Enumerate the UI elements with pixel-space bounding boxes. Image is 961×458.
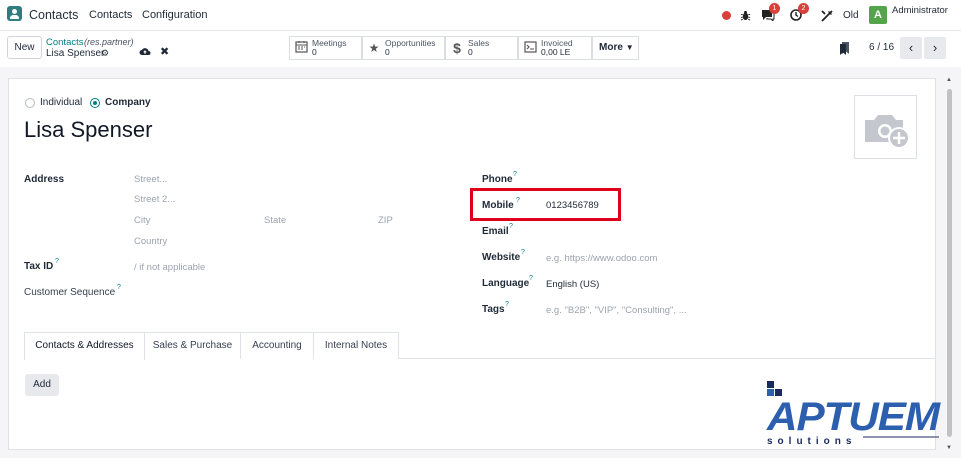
- clock-badge: 2: [798, 2, 809, 14]
- zip-input[interactable]: ZIP: [378, 215, 393, 226]
- discard-icon[interactable]: ✖: [160, 45, 169, 58]
- caret-down-icon: ▼: [625, 43, 634, 52]
- street2-input[interactable]: Street 2...: [134, 194, 175, 205]
- smart-value: 0: [468, 47, 473, 57]
- smart-value: 0: [312, 47, 317, 57]
- invoice-icon: [519, 40, 541, 56]
- help-tooltip-icon[interactable]: ?: [55, 258, 59, 265]
- smart-button-opportunities[interactable]: ★ Opportunities 0: [362, 36, 445, 60]
- tools-label[interactable]: Old: [843, 10, 859, 21]
- tags-label: Tags: [482, 304, 505, 315]
- pager-value[interactable]: 6 / 16: [869, 42, 894, 53]
- photo-upload[interactable]: [854, 95, 917, 159]
- logo-word: APTUEM: [766, 395, 942, 439]
- bookmark-icon[interactable]: [840, 42, 849, 55]
- radio-circle[interactable]: [25, 97, 35, 108]
- radio-circle-checked[interactable]: [90, 97, 100, 108]
- tab-internal-notes[interactable]: Internal Notes: [313, 332, 399, 359]
- dollar-icon: $: [453, 40, 461, 56]
- smart-button-sales[interactable]: $ Sales 0: [445, 36, 518, 60]
- partner-name-field[interactable]: Lisa Spenser: [24, 117, 152, 143]
- clock-icon[interactable]: 2: [790, 0, 809, 31]
- pager-next-button[interactable]: ›: [924, 37, 946, 59]
- breadcrumb-record: Lisa Spenser: [46, 48, 105, 59]
- smart-button-meetings[interactable]: Meetings 0: [289, 36, 362, 60]
- calendar-icon: [290, 40, 312, 56]
- bug-icon[interactable]: [740, 0, 751, 31]
- chevron-left-icon: ‹: [908, 40, 914, 55]
- highlight-box: [470, 188, 621, 221]
- new-button[interactable]: New: [7, 36, 42, 59]
- chat-icon[interactable]: 1: [761, 0, 780, 31]
- scroll-up-icon[interactable]: ▲: [946, 77, 952, 83]
- tools-icon[interactable]: [821, 0, 833, 31]
- smart-value: 0,00 LE: [541, 47, 571, 57]
- taxid-label: Tax ID: [24, 261, 54, 272]
- add-contact-button[interactable]: Add: [25, 374, 59, 396]
- user-avatar[interactable]: A: [869, 6, 887, 24]
- contacts-app-icon[interactable]: [7, 6, 22, 21]
- radio-individual[interactable]: Individual: [25, 97, 82, 108]
- website-input[interactable]: e.g. https://www.odoo.com: [546, 253, 657, 264]
- status-dot[interactable]: [722, 0, 731, 31]
- app-brand[interactable]: Contacts: [29, 8, 78, 22]
- help-tooltip-icon[interactable]: ?: [117, 284, 121, 291]
- language-label: Language: [482, 278, 530, 289]
- smart-label: Opportunities: [385, 38, 436, 48]
- aptuem-logo: APTUEM solutions: [766, 381, 943, 447]
- user-name[interactable]: Administrator: [892, 5, 948, 16]
- phone-label: Phone: [482, 174, 513, 185]
- state-select[interactable]: State: [264, 215, 286, 226]
- star-icon: ★: [368, 41, 380, 55]
- chat-badge: 1: [769, 2, 780, 14]
- camera-plus-icon: [865, 115, 910, 149]
- smart-label: Meetings: [312, 38, 347, 48]
- website-label: Website: [482, 252, 521, 263]
- smart-button-invoiced[interactable]: Invoiced 0,00 LE: [518, 36, 592, 60]
- pager-prev-button[interactable]: ‹: [900, 37, 922, 59]
- tab-sales-purchase[interactable]: Sales & Purchase: [144, 332, 241, 359]
- scrollbar-thumb[interactable]: [947, 89, 952, 437]
- customer-sequence-label: Customer Sequence: [24, 287, 116, 298]
- top-navbar: Contacts Contacts Configuration 1 2 Old …: [0, 0, 961, 31]
- address-label: Address: [24, 174, 65, 185]
- help-tooltip-icon[interactable]: ?: [509, 223, 513, 230]
- language-select[interactable]: English (US): [546, 279, 599, 290]
- cloud-save-icon[interactable]: [139, 46, 151, 56]
- menu-contacts[interactable]: Contacts: [89, 9, 132, 21]
- tags-input[interactable]: e.g. "B2B", "VIP", "Consulting", ...: [546, 305, 687, 316]
- tab-accounting[interactable]: Accounting: [240, 332, 314, 359]
- scroll-down-icon[interactable]: ▼: [946, 445, 952, 451]
- more-label: More: [599, 42, 623, 53]
- breadcrumb-contacts[interactable]: Contacts: [46, 37, 84, 48]
- help-tooltip-icon[interactable]: ?: [521, 249, 525, 256]
- scrollbar[interactable]: ▲ ▼: [945, 77, 955, 455]
- smart-value: 0: [385, 47, 390, 57]
- help-tooltip-icon[interactable]: ?: [505, 301, 509, 308]
- street-input[interactable]: Street...: [134, 174, 167, 185]
- radio-label: Individual: [40, 97, 83, 108]
- radio-company[interactable]: Company: [90, 97, 151, 108]
- radio-label: Company: [105, 97, 151, 108]
- menu-configuration[interactable]: Configuration: [142, 9, 207, 21]
- email-label: Email: [482, 226, 509, 237]
- help-tooltip-icon[interactable]: ?: [529, 275, 533, 282]
- city-input[interactable]: City: [134, 215, 150, 226]
- breadcrumb-model: (res.partner): [84, 37, 134, 47]
- taxid-input[interactable]: / if not applicable: [134, 262, 205, 273]
- chevron-right-icon: ›: [932, 40, 938, 55]
- logo-tagline: solutions: [767, 436, 856, 447]
- tab-contacts-addresses[interactable]: Contacts & Addresses: [24, 332, 145, 360]
- help-tooltip-icon[interactable]: ?: [513, 171, 517, 178]
- gear-icon[interactable]: ⚙: [101, 48, 109, 59]
- more-button[interactable]: More ▼: [592, 36, 639, 60]
- control-panel: New Contacts (res.partner) Lisa Spenser …: [0, 31, 961, 67]
- country-select[interactable]: Country: [134, 236, 167, 247]
